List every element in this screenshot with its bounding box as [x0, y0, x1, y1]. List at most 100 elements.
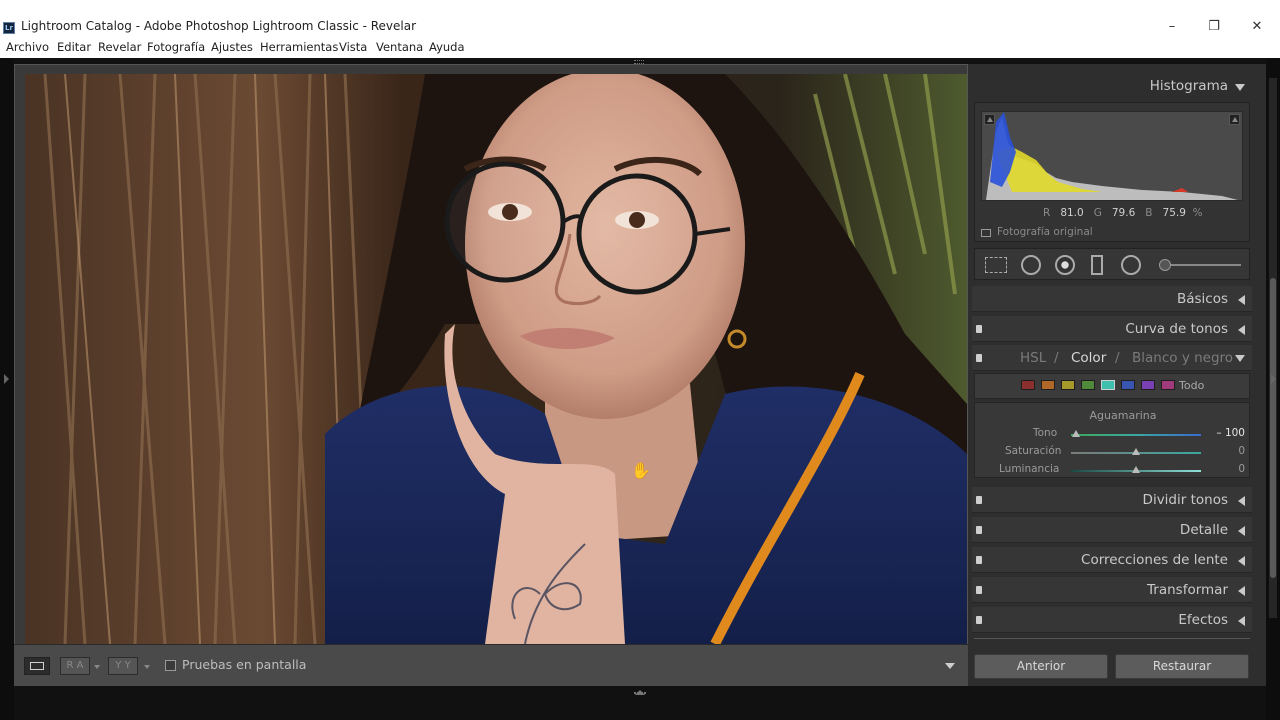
panel-detalle[interactable]: Detalle [972, 517, 1252, 543]
before-after-tb-button[interactable]: Y Y [108, 657, 138, 675]
right-panel-edge[interactable] [1266, 58, 1280, 720]
percent-unit: % [1192, 207, 1203, 219]
tab-blanco-negro[interactable]: Blanco y negro [1132, 350, 1233, 366]
expand-left-arrow-icon[interactable] [4, 374, 9, 384]
menu-ajustes[interactable]: Ajustes [211, 40, 253, 54]
menu-herramientas[interactable]: Herramientas [260, 40, 338, 54]
histogram-panel: R 81.0 G 79.6 B 75.9 % Fotografía origin… [974, 102, 1250, 242]
expand-triangle-icon[interactable] [1238, 586, 1245, 596]
menu-archivo[interactable]: Archivo [6, 40, 49, 54]
panel-curva[interactable]: Curva de tonos [972, 316, 1252, 342]
tab-hsl[interactable]: HSL [1020, 350, 1046, 366]
menu-fotografia[interactable]: Fotografía [147, 40, 205, 54]
panel-toggle-switch[interactable] [976, 526, 982, 534]
swatch-blue[interactable] [1121, 380, 1135, 390]
histogram-title: Histograma [1149, 78, 1228, 94]
panel-efectos[interactable]: Efectos [972, 607, 1252, 633]
red-eye-icon[interactable] [1055, 255, 1075, 275]
graduated-filter-icon[interactable] [1091, 255, 1103, 275]
panel-toggle-switch[interactable] [976, 496, 982, 504]
close-button[interactable]: ✕ [1237, 17, 1277, 37]
brush-icon[interactable] [1159, 259, 1171, 271]
filmstrip-grip-icon[interactable] [634, 688, 646, 694]
menu-revelar[interactable]: Revelar [98, 40, 141, 54]
collapse-triangle-icon[interactable] [1235, 84, 1245, 91]
expand-triangle-icon[interactable] [1238, 325, 1245, 335]
tono-slider-knob[interactable] [1072, 430, 1080, 437]
collapse-triangle-icon[interactable] [1235, 355, 1245, 362]
brush-slider[interactable] [1159, 259, 1241, 271]
histogram-header[interactable]: Histograma [972, 74, 1252, 100]
expand-triangle-icon[interactable] [1238, 616, 1245, 626]
before-after-lr-button[interactable]: R A [60, 657, 90, 675]
luminancia-slider-knob[interactable] [1132, 466, 1140, 473]
panel-toggle-switch[interactable] [976, 586, 982, 594]
panel-dividir-tonos[interactable]: Dividir tonos [972, 487, 1252, 513]
panel-toggle-switch[interactable] [976, 616, 982, 624]
scrollbar-thumb[interactable] [1270, 278, 1276, 578]
swatch-green[interactable] [1081, 380, 1095, 390]
swatch-yellow[interactable] [1061, 380, 1075, 390]
menu-vista[interactable]: Vista [339, 40, 367, 54]
luminancia-value[interactable]: 0 [1211, 463, 1245, 475]
panel-correcciones-title: Correcciones de lente [1081, 552, 1228, 568]
portrait-photo[interactable]: ✋ [25, 74, 967, 644]
tab-separator: / [1115, 350, 1120, 366]
left-panel-collapsed[interactable] [0, 58, 14, 720]
panel-hsl-color[interactable]: HSL / Color / Blanco y negro [972, 345, 1252, 371]
spot-removal-icon[interactable] [1021, 255, 1041, 275]
panel-toggle-switch[interactable] [976, 556, 982, 564]
luminancia-label: Luminancia [999, 463, 1060, 475]
svg-text:✋: ✋ [631, 461, 651, 480]
original-photo-checkbox[interactable] [981, 229, 991, 237]
saturacion-value[interactable]: 0 [1211, 445, 1245, 457]
menu-editar[interactable]: Editar [57, 40, 91, 54]
r-value: 81.0 [1060, 207, 1084, 219]
g-value: 79.6 [1111, 207, 1136, 219]
swatch-orange[interactable] [1041, 380, 1055, 390]
expand-triangle-icon[interactable] [1238, 556, 1245, 566]
highlight-clipping-icon[interactable] [1229, 114, 1240, 125]
tab-color[interactable]: Color [1071, 350, 1106, 366]
expand-triangle-icon[interactable] [1238, 295, 1245, 305]
minimize-button[interactable]: – [1152, 17, 1192, 37]
shadow-clipping-icon[interactable] [984, 114, 995, 125]
lightroom-logo-icon: Lr [3, 22, 15, 34]
menu-ventana[interactable]: Ventana [376, 40, 423, 54]
previous-button[interactable]: Anterior [974, 654, 1108, 679]
expand-triangle-icon[interactable] [1238, 526, 1245, 536]
reset-button[interactable]: Restaurar [1115, 654, 1249, 679]
panel-scrollbar[interactable] [1269, 78, 1277, 618]
chevron-down-icon[interactable] [94, 665, 100, 669]
panel-correcciones-lente[interactable]: Correcciones de lente [972, 547, 1252, 573]
chevron-down-icon[interactable] [144, 665, 150, 669]
menu-bar: Archivo Editar Revelar Fotografía Ajuste… [0, 38, 1280, 58]
saturacion-slider-knob[interactable] [1132, 448, 1140, 455]
crop-tool-icon[interactable] [985, 257, 1007, 273]
expand-triangle-icon[interactable] [1238, 496, 1245, 506]
expand-right-arrow-icon[interactable] [1271, 374, 1276, 384]
swatch-aqua[interactable] [1101, 380, 1115, 390]
swatch-purple[interactable] [1141, 380, 1155, 390]
panel-toggle-switch[interactable] [976, 325, 982, 333]
panel-transformar[interactable]: Transformar [972, 577, 1252, 603]
panel-toggle-switch[interactable] [976, 354, 982, 362]
menu-ayuda[interactable]: Ayuda [429, 40, 465, 54]
tono-slider[interactable] [1071, 434, 1201, 436]
swatch-all-label[interactable]: Todo [1179, 379, 1204, 392]
panel-curva-title: Curva de tonos [1125, 321, 1228, 337]
swatch-red[interactable] [1021, 380, 1035, 390]
toolbar-menu-arrow-icon[interactable] [945, 663, 955, 669]
b-label: B [1145, 207, 1153, 219]
window-title-bar: Lr Lightroom Catalog - Adobe Photoshop L… [0, 0, 1280, 38]
restore-button[interactable]: ❐ [1194, 17, 1234, 37]
radial-filter-icon[interactable] [1121, 255, 1141, 275]
loupe-view-button[interactable] [24, 657, 50, 675]
histogram-graph [981, 111, 1243, 201]
right-panel: Histograma R 81.0 G 79.6 B 75.9 % Fotogr… [968, 64, 1266, 686]
panel-basicos[interactable]: Básicos [972, 286, 1252, 312]
tono-value[interactable]: – 100 [1211, 427, 1245, 439]
swatch-magenta[interactable] [1161, 380, 1175, 390]
image-viewport[interactable]: ✋ [14, 64, 968, 686]
softproof-checkbox[interactable] [165, 660, 176, 671]
